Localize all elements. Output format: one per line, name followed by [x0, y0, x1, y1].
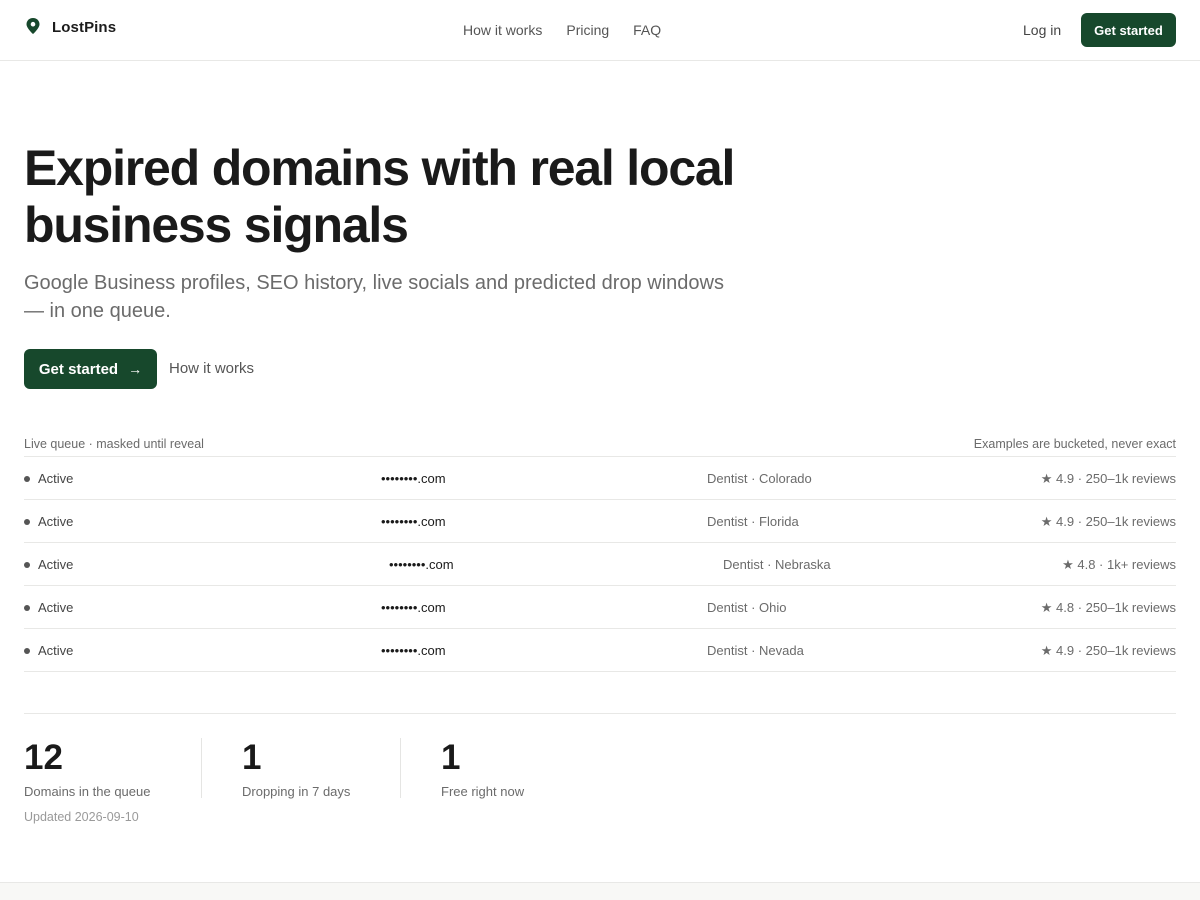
brand-logo[interactable]: LostPins: [24, 17, 116, 37]
status-dot-icon: [24, 476, 30, 482]
table-row[interactable]: Active ••••••••.com Dentist · Florida ★ …: [24, 500, 1176, 543]
row-domain: ••••••••.com: [381, 471, 446, 486]
table-row[interactable]: Active ••••••••.com Dentist · Ohio ★ 4.8…: [24, 586, 1176, 629]
stat-separator: [201, 738, 202, 798]
status-dot-icon: [24, 605, 30, 611]
stat-label: Free right now: [441, 784, 525, 799]
row-domain: ••••••••.com: [381, 600, 446, 615]
stats-divider-line: [24, 713, 1176, 714]
hero-cta-label: Get started: [38, 360, 119, 378]
table-row[interactable]: Active ••••••••.com Dentist · Nebraska ★…: [24, 543, 1176, 586]
row-rating: ★ 4.9 · 250–1k reviews: [1040, 514, 1176, 529]
row-rating: ★ 4.8 · 1k+ reviews: [1062, 557, 1176, 572]
row-status: Active: [38, 514, 74, 529]
row-category: Dentist · Florida: [707, 514, 799, 529]
arrow-right-icon: →: [128, 361, 143, 377]
stat-value: 1: [242, 738, 262, 777]
nav-link-how-it-works[interactable]: How it works: [463, 22, 542, 38]
queue-caption-right: Examples are bucketed, never exact: [973, 437, 1176, 451]
queue-caption-left: Live queue · masked until reveal: [24, 437, 204, 451]
row-status: Active: [38, 600, 74, 615]
row-rating: ★ 4.8 · 250–1k reviews: [1040, 600, 1176, 615]
log-in-link[interactable]: Log in: [1023, 22, 1061, 38]
row-status: Active: [38, 471, 74, 486]
hero-subtitle: Google Business profiles, SEO history, l…: [24, 272, 724, 322]
footer-band: [0, 882, 1200, 900]
stat-separator: [400, 738, 401, 798]
row-category: Dentist · Nevada: [707, 643, 804, 658]
row-domain: ••••••••.com: [381, 514, 446, 529]
hero-title: Expired domains with real local business…: [24, 140, 735, 253]
nav-link-faq[interactable]: FAQ: [633, 22, 661, 38]
top-nav-bar: LostPins How it works Pricing FAQ Log in…: [0, 0, 1200, 61]
main-nav: How it works Pricing FAQ: [463, 22, 661, 38]
how-it-works-link[interactable]: How it works: [169, 360, 254, 377]
row-rating: ★ 4.9 · 250–1k reviews: [1040, 471, 1176, 486]
brand-name: LostPins: [52, 18, 117, 36]
row-category: Dentist · Ohio: [707, 600, 787, 615]
queue-header: Live queue · masked until reveal Example…: [24, 437, 1176, 457]
table-row[interactable]: Active ••••••••.com Dentist · Colorado ★…: [24, 457, 1176, 500]
map-pin-icon: [26, 18, 40, 34]
status-dot-icon: [24, 519, 30, 525]
hero-get-started-button[interactable]: Get started →: [24, 349, 157, 389]
row-rating: ★ 4.9 · 250–1k reviews: [1040, 643, 1176, 658]
stat-value: 1: [441, 738, 461, 777]
status-dot-icon: [24, 648, 30, 654]
nav-link-pricing[interactable]: Pricing: [566, 22, 609, 38]
live-queue-table: Live queue · masked until reveal Example…: [24, 437, 1176, 672]
stat-label: Dropping in 7 days: [242, 784, 351, 799]
header-get-started-button[interactable]: Get started: [1081, 13, 1176, 47]
stat-free-now: 1 Free right now: [441, 738, 525, 799]
stat-label: Domains in the queue: [24, 784, 151, 799]
row-domain: ••••••••.com: [389, 557, 454, 572]
row-domain: ••••••••.com: [381, 643, 446, 658]
status-dot-icon: [24, 562, 30, 568]
stat-domains-in-queue: 12 Domains in the queue: [24, 738, 151, 799]
row-category: Dentist · Colorado: [707, 471, 812, 486]
table-row[interactable]: Active ••••••••.com Dentist · Nevada ★ 4…: [24, 629, 1176, 672]
row-status: Active: [38, 643, 74, 658]
stat-value: 12: [24, 738, 63, 777]
row-category: Dentist · Nebraska: [723, 557, 831, 572]
updated-timestamp: Updated 2026-09-10: [24, 810, 139, 824]
row-status: Active: [38, 557, 74, 572]
stat-dropping-soon: 1 Dropping in 7 days: [242, 738, 351, 799]
